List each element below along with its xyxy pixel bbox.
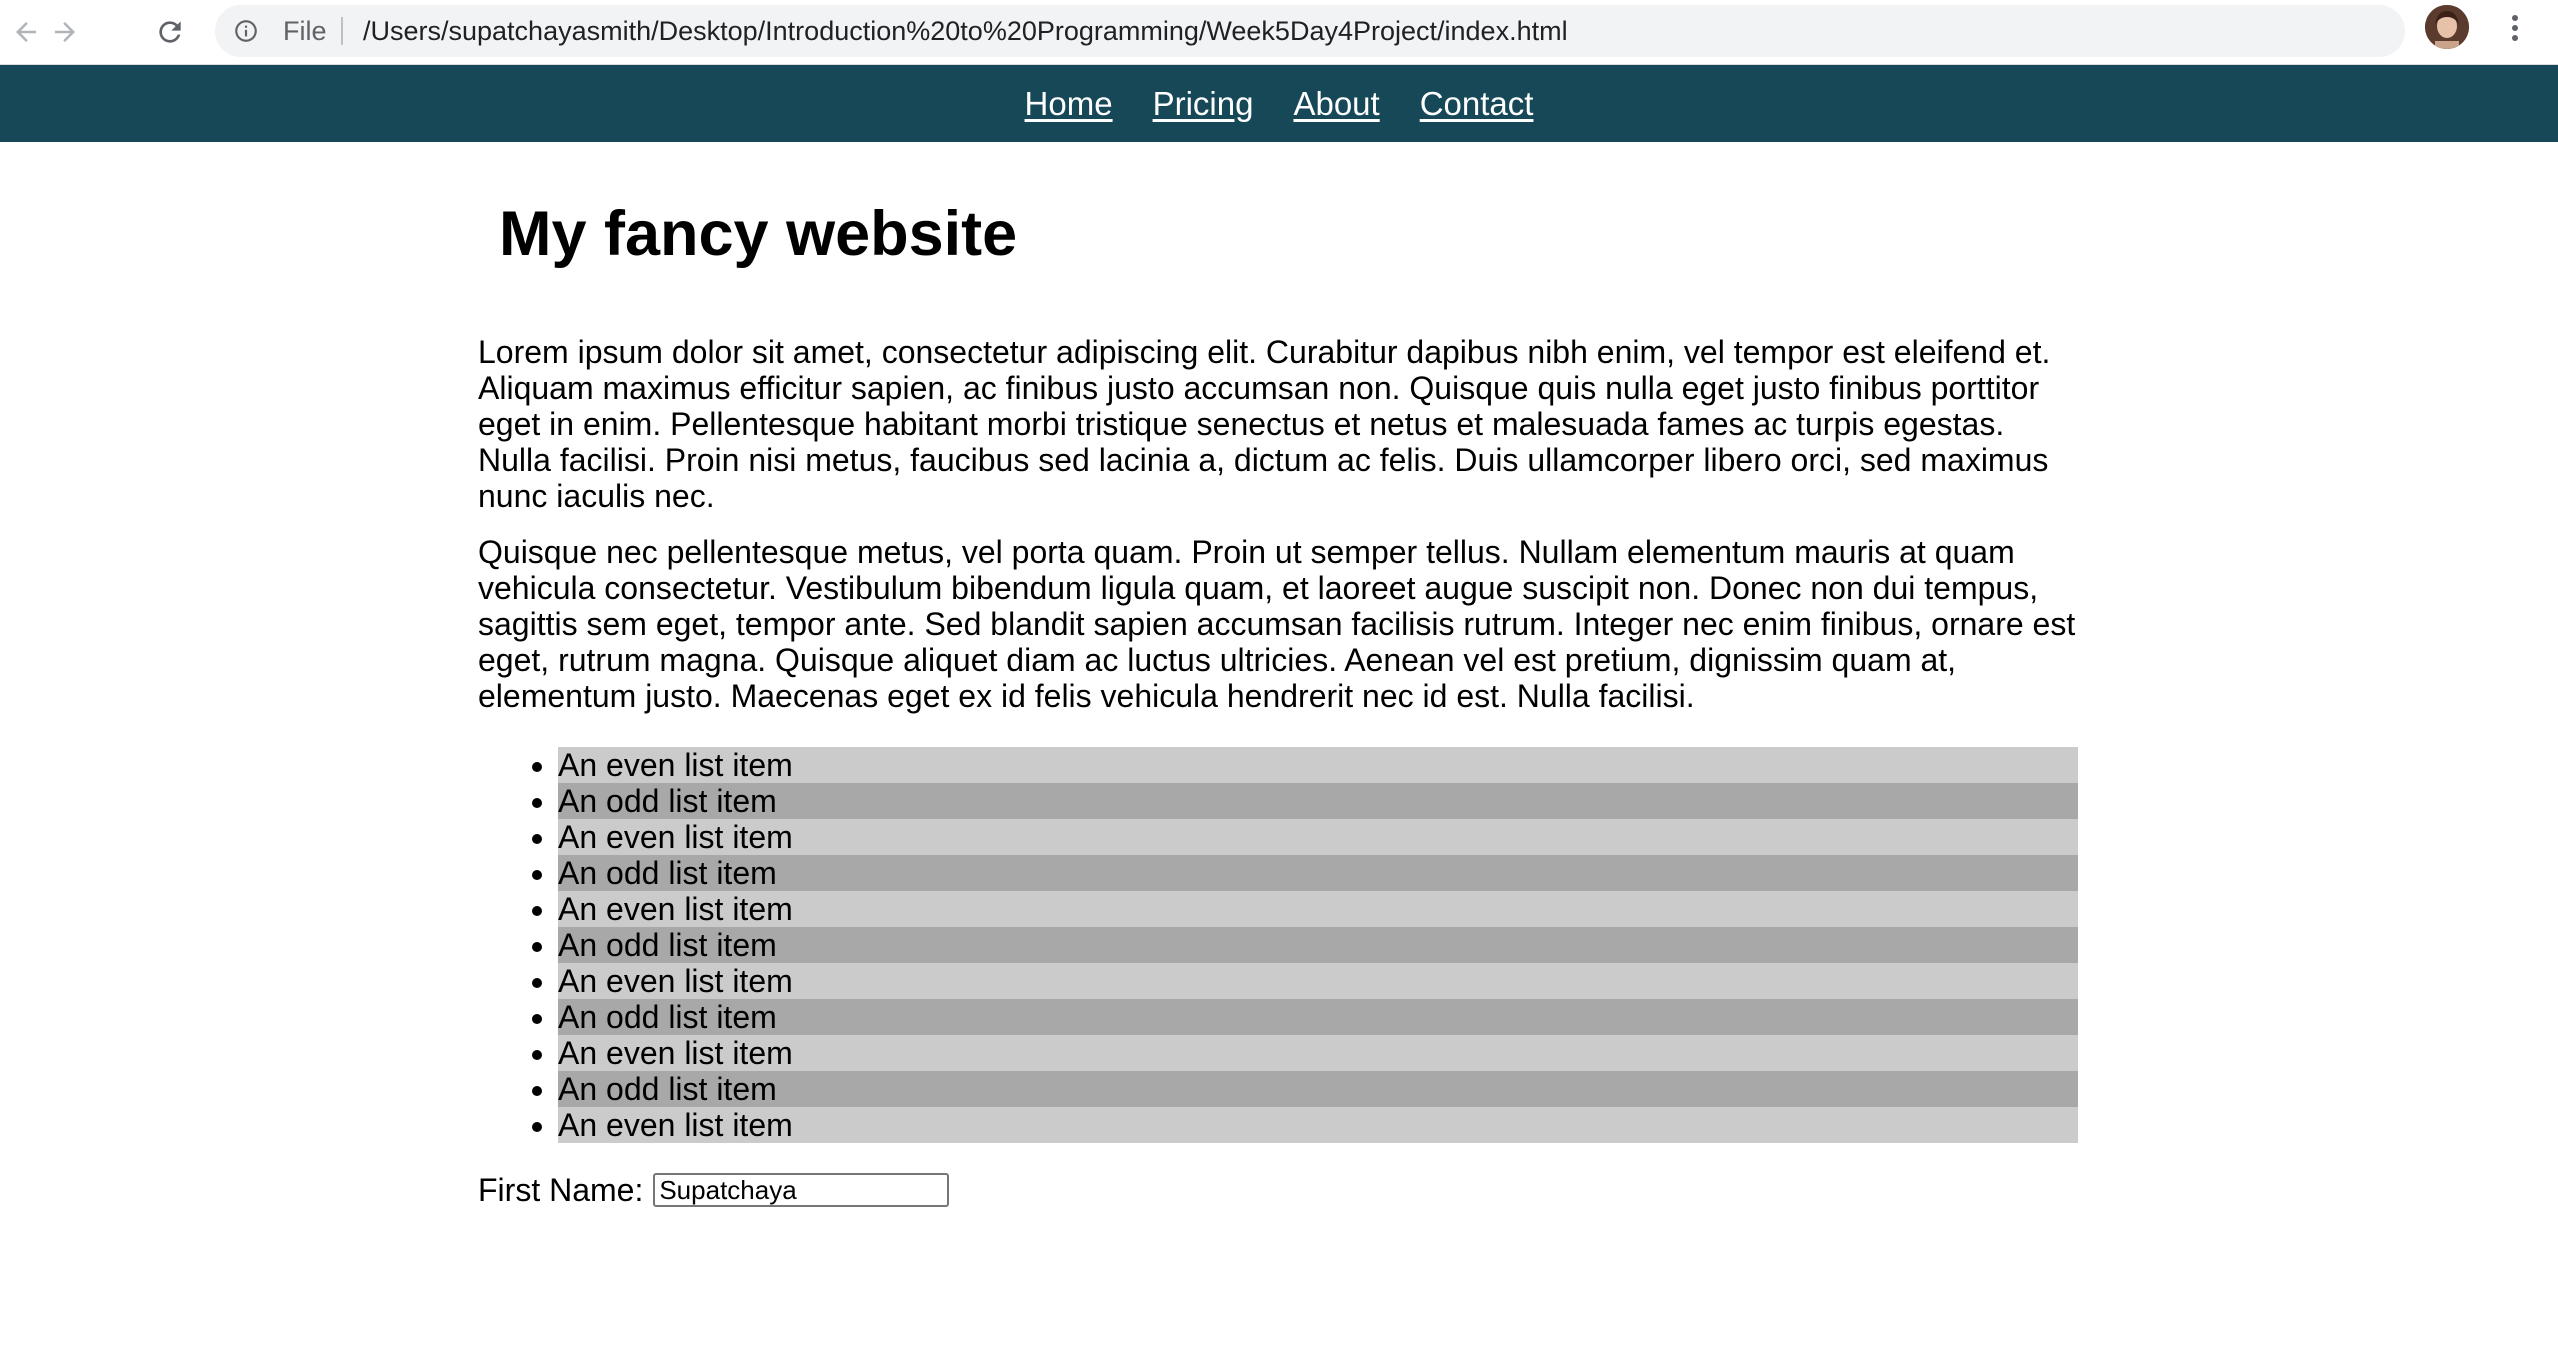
info-icon[interactable] bbox=[233, 18, 259, 44]
file-label: File bbox=[283, 16, 327, 46]
paragraph-1: Lorem ipsum dolor sit amet, consectetur … bbox=[478, 334, 2051, 514]
list-item: An odd list item bbox=[558, 927, 2078, 963]
list-item: An even list item bbox=[558, 963, 2078, 999]
more-vert-icon[interactable] bbox=[2500, 10, 2530, 50]
nav-link-pricing[interactable]: Pricing bbox=[1153, 85, 1254, 123]
first-name-label: First Name: bbox=[478, 1172, 644, 1208]
separator bbox=[341, 17, 343, 45]
avatar[interactable] bbox=[2425, 5, 2469, 49]
nav-link-contact[interactable]: Contact bbox=[1420, 85, 1534, 123]
address-bar[interactable]: File /Users/supatchayasmith/Desktop/Intr… bbox=[215, 5, 2405, 57]
list-item: An odd list item bbox=[558, 855, 2078, 891]
forward-arrow-icon[interactable] bbox=[41, 8, 89, 56]
site-nav: Home Pricing About Contact bbox=[0, 65, 2558, 142]
list-item: An even list item bbox=[558, 1035, 2078, 1071]
list-item: An even list item bbox=[558, 819, 2078, 855]
page-title: My fancy website bbox=[499, 199, 1018, 269]
first-name-input[interactable] bbox=[653, 1173, 950, 1207]
url-text[interactable]: /Users/supatchayasmith/Desktop/Introduct… bbox=[363, 17, 1568, 45]
reload-icon[interactable] bbox=[146, 8, 194, 56]
nav-link-about[interactable]: About bbox=[1293, 85, 1379, 123]
browser-toolbar: File /Users/supatchayasmith/Desktop/Intr… bbox=[0, 0, 2558, 65]
list-item: An even list item bbox=[558, 1107, 2078, 1143]
list-item: An even list item bbox=[558, 747, 2078, 783]
first-name-row: First Name: bbox=[478, 1172, 950, 1208]
list-item: An even list item bbox=[558, 891, 2078, 927]
nav-link-home[interactable]: Home bbox=[1025, 85, 1113, 123]
paragraph-2: Quisque nec pellentesque metus, vel port… bbox=[478, 534, 2076, 714]
list-item: An odd list item bbox=[558, 783, 2078, 819]
list-item: An odd list item bbox=[558, 999, 2078, 1035]
striped-list: An even list item An odd list item An ev… bbox=[478, 747, 2078, 1143]
list-item: An odd list item bbox=[558, 1071, 2078, 1107]
